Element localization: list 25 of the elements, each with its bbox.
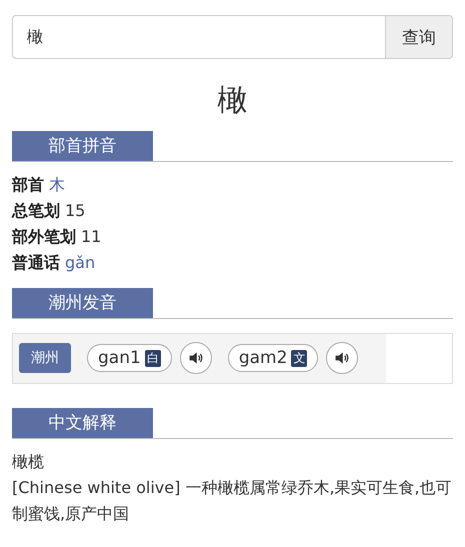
- field-label: 普通话: [12, 253, 60, 272]
- section-heading: 部首拼音: [12, 131, 153, 161]
- value-link[interactable]: gǎn: [65, 253, 96, 272]
- speaker-icon: [188, 350, 204, 366]
- field-label: 总笔划: [12, 201, 60, 220]
- dialect-button[interactable]: 潮州: [19, 343, 71, 373]
- speaker-icon: [334, 350, 350, 366]
- definition-text: 橄榄: [12, 451, 45, 473]
- field-label: 部首: [12, 175, 44, 194]
- reading-text: gan1: [98, 348, 141, 368]
- search-field[interactable]: 橄: [12, 15, 385, 59]
- value-link[interactable]: 木: [49, 175, 65, 194]
- section-heading: 中文解释: [12, 408, 153, 438]
- section-heading: 潮州发音: [12, 288, 153, 318]
- field-value: 11: [81, 227, 102, 246]
- search-button[interactable]: 查询: [385, 15, 453, 59]
- field-label: 部外笔划: [12, 227, 76, 246]
- definition-text: [Chinese white olive] 一种橄榄属常绿乔木,果实可生食,也可制蜜饯,原产中国: [12, 477, 453, 525]
- reading-tag: 白: [144, 350, 161, 366]
- field-value: 15: [65, 201, 86, 220]
- reading-text: gam2: [238, 348, 288, 368]
- play-button[interactable]: [326, 342, 358, 374]
- headword: 橄: [216, 82, 248, 120]
- reading-tag: 文: [291, 350, 308, 366]
- play-button[interactable]: [180, 342, 212, 374]
